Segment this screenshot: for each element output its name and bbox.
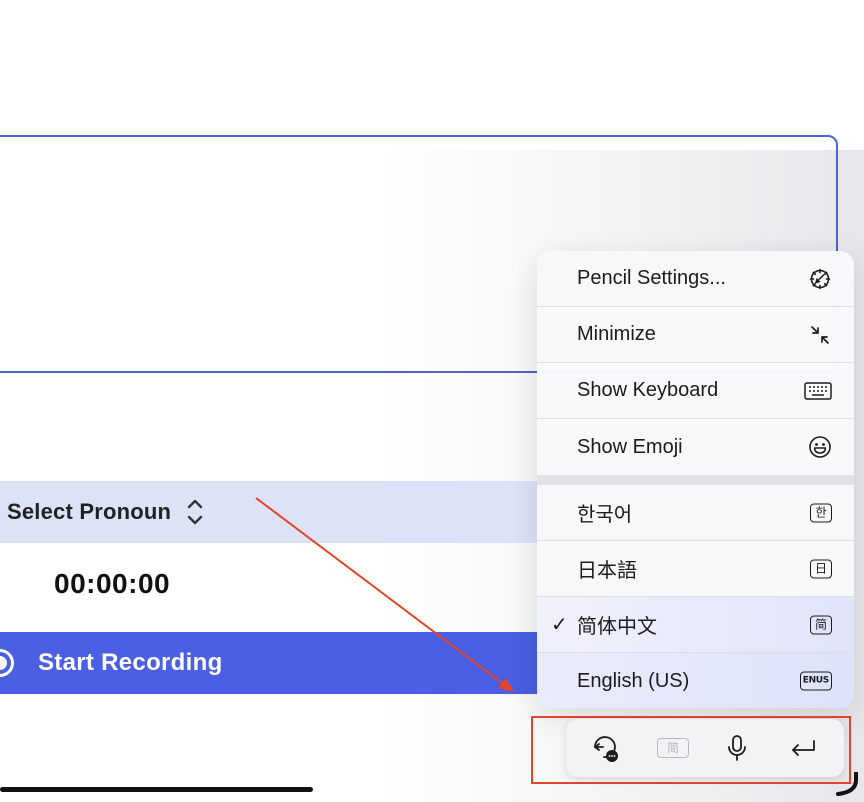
- korean-badge-icon: 한: [810, 503, 832, 522]
- menu-item-show-keyboard[interactable]: Show Keyboard: [537, 363, 854, 419]
- pencil-context-menu: Pencil Settings... Minimize Show Keyboar…: [537, 251, 854, 708]
- scribble-toolbar: 简: [566, 719, 844, 777]
- menu-item-label: English (US): [577, 669, 690, 692]
- emoji-icon: [808, 435, 832, 459]
- minimize-icon: [808, 323, 832, 347]
- menu-item-label: Minimize: [577, 323, 656, 345]
- menu-item-label: 한국어: [577, 504, 633, 526]
- menu-item-label: 简体中文: [577, 616, 657, 638]
- start-recording-label: Start Recording: [38, 649, 223, 676]
- menu-item-label: 日本語: [577, 560, 637, 582]
- menu-item-label: Show Keyboard: [577, 379, 719, 401]
- pronoun-select-label: Select Pronoun: [7, 499, 172, 524]
- menu-item-english-us[interactable]: English (US) ENUS: [537, 653, 854, 708]
- menu-item-minimize[interactable]: Minimize: [537, 307, 854, 363]
- menu-item-label: Show Emoji: [577, 435, 683, 458]
- start-recording-button[interactable]: Start Recording: [0, 632, 560, 694]
- english-badge-icon: ENUS: [799, 671, 832, 691]
- undo-more-icon[interactable]: [590, 733, 620, 763]
- menu-item-show-emoji[interactable]: Show Emoji: [537, 419, 854, 475]
- menu-item-korean[interactable]: 한국어 한: [537, 485, 854, 541]
- return-icon[interactable]: [788, 733, 818, 763]
- menu-item-label: Pencil Settings...: [577, 267, 726, 289]
- keyboard-icon: [804, 381, 832, 400]
- menu-item-japanese[interactable]: 日本語 日: [537, 541, 854, 597]
- menu-item-simplified-chinese[interactable]: ✓ 简体中文 简: [537, 597, 854, 653]
- menu-item-pencil-settings[interactable]: Pencil Settings...: [537, 251, 854, 307]
- language-badge-button[interactable]: 简: [656, 733, 690, 763]
- home-indicator: [0, 787, 313, 792]
- checkmark-icon: ✓: [551, 614, 568, 636]
- chevron-up-down-icon: [185, 496, 205, 528]
- record-icon: [0, 649, 14, 677]
- recording-timer: 00:00:00: [54, 568, 171, 599]
- screen-corner-edge: [836, 772, 858, 796]
- japanese-badge-icon: 日: [810, 559, 832, 578]
- pronoun-select[interactable]: Select Pronoun: [0, 481, 560, 543]
- chinese-badge-icon: 简: [810, 615, 832, 634]
- language-badge: 简: [657, 738, 689, 758]
- pencil-settings-icon: [808, 267, 832, 291]
- microphone-icon[interactable]: [722, 733, 752, 763]
- menu-separator: [537, 475, 854, 485]
